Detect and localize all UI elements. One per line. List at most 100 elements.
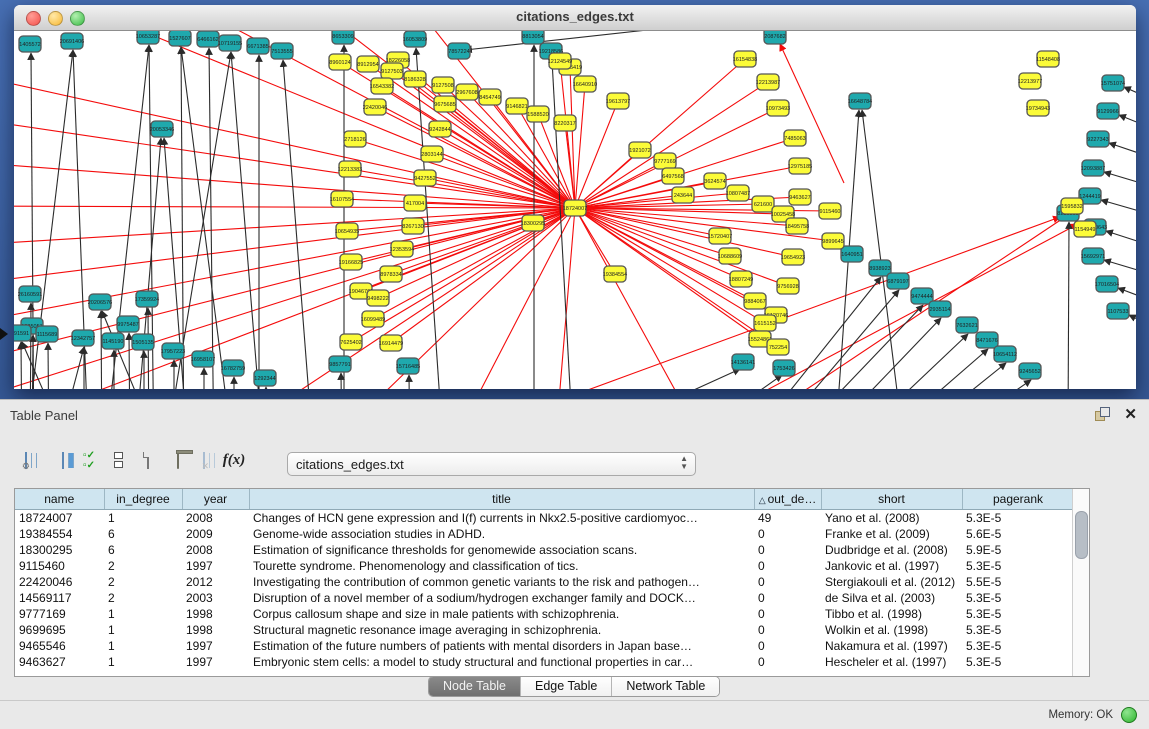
graph-node[interactable]: 391591 <box>14 325 31 341</box>
graph-node[interactable]: 9127508 <box>432 77 454 93</box>
graph-node[interactable]: 9675685 <box>434 96 456 112</box>
graph-node[interactable]: 8912954 <box>357 56 379 72</box>
graph-node[interactable]: 2935114 <box>929 301 951 317</box>
function-builder-button[interactable]: f(x) <box>220 444 248 476</box>
graph-node[interactable]: 2967608 <box>456 84 478 100</box>
delete-table-button[interactable] <box>164 444 192 476</box>
graph-node[interactable]: 1145190 <box>102 333 124 349</box>
graph-edge[interactable] <box>575 208 714 389</box>
graph-edge[interactable] <box>1068 222 1069 389</box>
graph-edge[interactable] <box>575 84 585 208</box>
graph-node[interactable]: 2718126 <box>344 131 366 147</box>
column-header-title[interactable]: title <box>249 489 754 510</box>
graph-edge[interactable] <box>54 347 84 389</box>
graph-node[interactable]: 9242844 <box>429 121 451 137</box>
graph-node[interactable]: 9463627 <box>789 189 811 205</box>
graph-node[interactable]: 9498222 <box>367 290 389 306</box>
graph-node[interactable]: 18495758 <box>785 218 809 234</box>
graph-node[interactable]: 6671385 <box>247 38 269 54</box>
graph-node[interactable]: 12093887 <box>1081 160 1105 176</box>
graph-edge[interactable] <box>14 161 575 208</box>
graph-node[interactable]: 26160591 <box>18 286 42 302</box>
graph-node[interactable]: 2803144 <box>421 146 443 162</box>
graph-node[interactable]: 7632621 <box>956 317 978 333</box>
graph-node[interactable]: 16648784 <box>848 93 872 109</box>
graph-edge[interactable] <box>181 47 234 389</box>
graph-node[interactable]: 19613797 <box>606 93 630 109</box>
graph-node[interactable]: 17957223 <box>161 343 185 359</box>
graph-node[interactable]: 9146821 <box>506 98 528 114</box>
graph-edge[interactable] <box>1106 231 1136 253</box>
table-select[interactable]: citations_edges.txt ▲▼ <box>287 452 696 476</box>
tab-network-table[interactable]: Network Table <box>612 677 719 696</box>
graph-node[interactable]: 10973493 <box>766 100 790 116</box>
graph-edge[interactable] <box>30 303 31 389</box>
graph-node[interactable]: 9777169 <box>654 153 676 169</box>
graph-node[interactable]: 9129966 <box>1097 103 1119 119</box>
table-row[interactable]: 977716911998Corpus callosum shape and si… <box>15 606 1074 622</box>
graph-node[interactable]: 10807487 <box>726 185 750 201</box>
graph-node[interactable]: 8960124 <box>329 54 351 70</box>
graph-edge[interactable] <box>884 363 1006 389</box>
graph-node[interactable]: 7513555 <box>271 43 293 59</box>
graph-edge[interactable] <box>674 369 740 389</box>
graph-node[interactable]: 20053346 <box>150 121 174 137</box>
graph-node[interactable]: 9857791 <box>329 356 351 372</box>
graph-edge[interactable] <box>1101 200 1136 221</box>
graph-node[interactable]: 1154949 <box>1074 221 1096 237</box>
graph-node[interactable]: 22420046 <box>363 99 387 115</box>
graph-edge[interactable] <box>575 101 618 208</box>
graph-node[interactable]: 10654935 <box>335 223 359 239</box>
graph-edge[interactable] <box>164 52 231 389</box>
graph-node[interactable]: 18300295 <box>521 215 545 231</box>
graph-node[interactable]: 9975487 <box>117 316 139 332</box>
graph-node[interactable]: 1405572 <box>19 36 41 52</box>
graph-node[interactable]: 15716485 <box>396 358 420 374</box>
graph-node[interactable]: 752254 <box>767 339 789 355</box>
graph-node[interactable]: 9899645 <box>822 233 844 249</box>
table-row[interactable]: 1872400712008Changes of HCN gene express… <box>15 510 1074 527</box>
float-panel-icon[interactable] <box>1095 407 1111 423</box>
graph-edge[interactable] <box>48 343 49 389</box>
graph-node[interactable]: 19166825 <box>339 254 363 270</box>
graph-node[interactable]: 16053809 <box>403 31 427 47</box>
new-table-button[interactable] <box>134 444 162 476</box>
tab-edge-table[interactable]: Edge Table <box>521 677 612 696</box>
graph-node[interactable]: 417004 <box>404 195 426 211</box>
graph-node[interactable]: 18724007 <box>563 200 587 216</box>
graph-node[interactable]: 243644 <box>672 187 694 203</box>
graph-node[interactable]: 1615152 <box>754 315 776 331</box>
graph-edge[interactable] <box>209 48 214 389</box>
graph-node[interactable]: 16782759 <box>221 360 245 376</box>
graph-node[interactable]: 15692971 <box>1081 248 1105 264</box>
graph-node[interactable]: 9115460 <box>819 203 841 219</box>
show-columns-button[interactable] <box>49 444 77 476</box>
graph-node[interactable]: 6497568 <box>662 168 684 184</box>
graph-node[interactable]: 17359924 <box>135 291 159 307</box>
column-header-pagerank[interactable]: pagerank <box>962 489 1074 510</box>
graph-node[interactable]: 14136141 <box>731 354 755 370</box>
graph-node[interactable]: 8938923 <box>869 260 891 276</box>
graph-node[interactable]: 8220317 <box>554 115 576 131</box>
graph-edge[interactable] <box>575 208 793 257</box>
graph-node[interactable]: 10688609 <box>718 248 742 264</box>
column-header-year[interactable]: year <box>182 489 249 510</box>
graph-node[interactable]: 9245652 <box>1019 363 1041 379</box>
graph-node[interactable]: 12213383 <box>338 161 362 177</box>
import-table-button[interactable]: ✕ <box>190 444 218 476</box>
graph-edge[interactable] <box>14 208 575 366</box>
graph-node[interactable]: 1527607 <box>169 31 191 46</box>
graph-node[interactable]: 12353594 <box>390 241 414 257</box>
graph-node[interactable]: 20206576 <box>88 294 112 310</box>
graph-node[interactable]: 19734943 <box>1026 100 1050 116</box>
graph-node[interactable]: 17016504 <box>1095 276 1119 292</box>
graph-node[interactable]: 12124549 <box>548 53 572 69</box>
graph-edge[interactable] <box>129 333 130 389</box>
graph-node[interactable]: 6466162 <box>197 31 219 47</box>
graph-edge[interactable] <box>714 211 1074 389</box>
table-row[interactable]: 1456911722003Disruption of a novel membe… <box>15 590 1074 606</box>
graph-edge[interactable] <box>552 60 574 389</box>
graph-node[interactable]: 20691406 <box>60 33 84 49</box>
graph-node[interactable]: 16099489 <box>361 311 385 327</box>
graph-edge[interactable] <box>575 208 765 323</box>
